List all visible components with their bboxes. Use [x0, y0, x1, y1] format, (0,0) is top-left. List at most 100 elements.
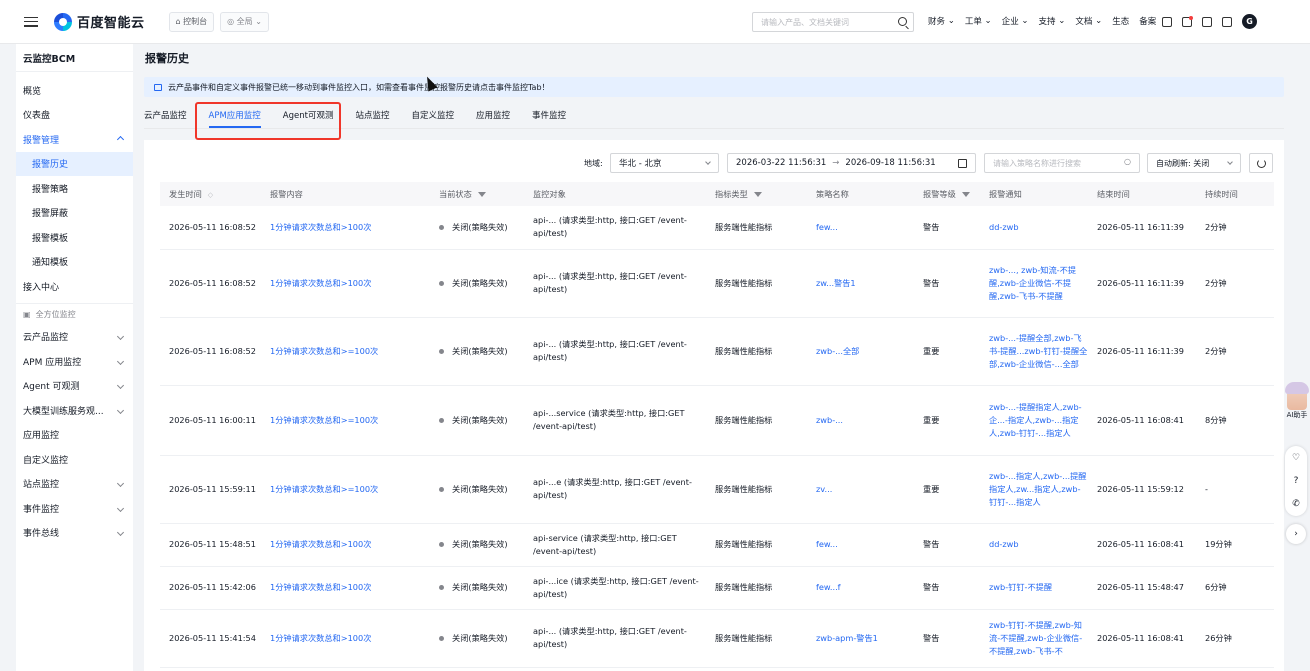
- cell-content-text: 1分钟请求次数总和>100次: [270, 539, 372, 549]
- sidebar-item-notify-template[interactable]: 通知模板: [16, 250, 133, 275]
- console-label: 控制台: [183, 17, 208, 26]
- cell-policy[interactable]: zw...警告1: [807, 249, 914, 318]
- sidebar-item-overview[interactable]: 概览: [16, 78, 133, 103]
- cell-policy[interactable]: few...: [807, 206, 914, 250]
- sidebar-item-cloud-product[interactable]: 云产品监控: [16, 325, 133, 350]
- cell-policy[interactable]: zwb-apm-警告1: [807, 609, 914, 668]
- tab-event[interactable]: 事件监控: [532, 104, 566, 126]
- heart-icon[interactable]: ♡: [1292, 453, 1300, 463]
- sidebar-item-event-bus[interactable]: 事件总线: [16, 521, 133, 546]
- refresh-icon[interactable]: [1249, 153, 1273, 173]
- sidebar-item-custom-monitor[interactable]: 自定义监控: [16, 447, 133, 472]
- avatar[interactable]: G: [1242, 14, 1257, 29]
- cell-content[interactable]: 1分钟请求次数总和>=100次: [261, 385, 430, 456]
- menu-icon[interactable]: [24, 16, 38, 27]
- bell-icon[interactable]: [1182, 15, 1193, 27]
- notice-text: 云产品事件和自定义事件报警已统一移动到事件监控入口，如需查看事件监控报警历史请点…: [168, 82, 550, 92]
- assistant-avatar: [1285, 382, 1309, 410]
- nav-item-finance[interactable]: 财务 ⌄: [928, 15, 955, 27]
- tab-cloud-product[interactable]: 云产品监控: [144, 104, 187, 126]
- cell-end: 2026-05-11 16:08:41: [1088, 523, 1196, 567]
- cell-time: 2026-05-11 16:00:11: [160, 385, 261, 456]
- region-select[interactable]: 华北 - 北京: [610, 153, 719, 173]
- cart-icon[interactable]: [1162, 16, 1172, 27]
- sort-icon[interactable]: ◇: [208, 191, 213, 199]
- cell-object-text: api-...ice (请求类型:http, 接口:GET /event-api…: [533, 575, 699, 599]
- tab-custom[interactable]: 自定义监控: [411, 104, 454, 126]
- cell-notify[interactable]: zwb-钉钉-不提醒,zwb-知流-不提醒,zwb-企业微信-不提醒,zwb-飞…: [980, 609, 1088, 668]
- cell-object-text: api-... (请求类型:http, 接口:GET /event-api/te…: [533, 215, 687, 239]
- console-button[interactable]: ⌂ 控制台: [168, 11, 215, 32]
- chevron-right-icon[interactable]: ›: [1286, 524, 1306, 544]
- cell-notify[interactable]: dd-zwb: [980, 523, 1088, 567]
- sidebar-item-alarm-mask[interactable]: 报警屏蔽: [16, 201, 133, 226]
- nav-item-docs[interactable]: 文档 ⌄: [1075, 15, 1102, 27]
- cell-content-text: 1分钟请求次数总和>100次: [270, 632, 372, 643]
- sidebar-item-dashboard[interactable]: 仪表盘: [16, 103, 133, 128]
- sidebar-item-access-center[interactable]: 接入中心: [16, 274, 133, 299]
- cell-duration-text: 26分钟: [1205, 632, 1232, 643]
- sidebar-item-event-monitor[interactable]: 事件监控: [16, 496, 133, 521]
- sidebar-item-alarm-template[interactable]: 报警模板: [16, 225, 133, 250]
- search-icon[interactable]: [898, 17, 907, 26]
- sidebar-item-alarm-history[interactable]: 报警历史: [16, 151, 133, 176]
- nav-item-filing[interactable]: 备案: [1139, 15, 1156, 27]
- cell-policy[interactable]: few...f: [807, 566, 914, 610]
- ai-assistant[interactable]: AI助手: [1285, 382, 1309, 432]
- cell-notify[interactable]: zwb-钉钉-不提醒: [980, 566, 1088, 610]
- cell-notify[interactable]: zwb-...-提醒指定人,zwb-企...-指定人,zwb-...指定人,zw…: [980, 385, 1088, 456]
- cell-content[interactable]: 1分钟请求次数总和>100次: [261, 609, 430, 668]
- sidebar-item-agent[interactable]: Agent 可观测: [16, 374, 133, 399]
- cell-policy[interactable]: zv...: [807, 455, 914, 524]
- col-header-notify: 报警通知: [980, 182, 1088, 206]
- cell-time: 2026-05-11 15:59:11: [160, 455, 261, 524]
- phone-icon[interactable]: ✆: [1292, 499, 1300, 509]
- cell-notify[interactable]: zwb-...-提醒全部,zwb-飞书-提醒...zwb-钉钉-提醒全部,zwb…: [980, 317, 1088, 386]
- sidebar-item-llm-training[interactable]: 大模型训练服务观...: [16, 398, 133, 423]
- tab-app[interactable]: 应用监控: [476, 104, 510, 126]
- message-icon[interactable]: [1222, 16, 1232, 27]
- cell-end-text: 2026-05-11 16:08:41: [1097, 632, 1184, 643]
- nav-item-enterprise[interactable]: 企业 ⌄: [1002, 15, 1029, 27]
- auto-refresh-select[interactable]: 自动刷新: 关闭: [1147, 153, 1241, 173]
- cell-policy[interactable]: few...: [807, 523, 914, 567]
- cell-status: 关闭(策略失效): [430, 566, 524, 610]
- search-icon[interactable]: ○: [1124, 157, 1131, 166]
- sidebar-item-alarm-policy[interactable]: 报警策略: [16, 176, 133, 201]
- cell-policy[interactable]: zwb-...: [807, 385, 914, 456]
- col-header-content: 报警内容: [261, 182, 430, 206]
- policy-search-input[interactable]: 请输入策略名称进行搜索 ○: [984, 153, 1140, 173]
- tab-site[interactable]: 站点监控: [355, 104, 389, 126]
- sidebar-item-site-monitor[interactable]: 站点监控: [16, 472, 133, 497]
- col-header-object: 监控对象: [524, 182, 706, 206]
- col-header-time[interactable]: 发生时间 ◇: [160, 182, 261, 206]
- cell-content[interactable]: 1分钟请求次数总和>100次: [261, 523, 430, 567]
- cell-content[interactable]: 1分钟请求次数总和>100次: [261, 566, 430, 610]
- cell-content[interactable]: 1分钟请求次数总和>100次: [261, 249, 430, 318]
- filter-icon[interactable]: [753, 192, 762, 197]
- filter-icon[interactable]: [961, 192, 970, 197]
- global-search-input[interactable]: 请输入产品、文档关键词: [752, 12, 914, 32]
- logo[interactable]: 百度智能云: [54, 12, 145, 31]
- help-icon[interactable]: ?: [1294, 476, 1299, 486]
- clipboard-icon[interactable]: [1202, 16, 1212, 27]
- nav-item-ecosystem[interactable]: 生态: [1112, 15, 1129, 27]
- cell-notify[interactable]: zwb-...指定人,zwb-...提醒指定人,zw...指定人,zwb-钉钉-…: [980, 455, 1088, 524]
- cell-content[interactable]: 1分钟请求次数总和>=100次: [261, 317, 430, 386]
- cell-content[interactable]: 1分钟请求次数总和>100次: [261, 206, 430, 250]
- nav-item-support[interactable]: 支持 ⌄: [1039, 15, 1066, 27]
- date-range-picker[interactable]: 2026-03-22 11:56:31 → 2026-09-18 11:56:3…: [727, 153, 976, 173]
- cell-status: 关闭(策略失效): [430, 523, 524, 567]
- sidebar-item-app-monitor[interactable]: 应用监控: [16, 423, 133, 448]
- cell-content[interactable]: 1分钟请求次数总和>=100次: [261, 455, 430, 524]
- cell-metric-text: 服务端性能指标: [715, 582, 773, 592]
- sidebar-item-apm[interactable]: APM 应用监控: [16, 349, 133, 374]
- cell-policy[interactable]: zwb-...全部: [807, 317, 914, 386]
- region-dropdown[interactable]: ◎ 全局 ⌄: [220, 11, 269, 32]
- cell-level-text: 警告: [923, 632, 940, 643]
- cell-notify[interactable]: zwb-..., zwb-知流-不提醒,zwb-企业微信-不提醒,zwb-飞书-…: [980, 249, 1088, 318]
- cell-notify[interactable]: dd-zwb: [980, 206, 1088, 250]
- sidebar-item-alarm-management[interactable]: 报警管理: [16, 127, 133, 152]
- filter-icon[interactable]: [477, 192, 486, 197]
- nav-item-ticket[interactable]: 工单 ⌄: [965, 15, 992, 27]
